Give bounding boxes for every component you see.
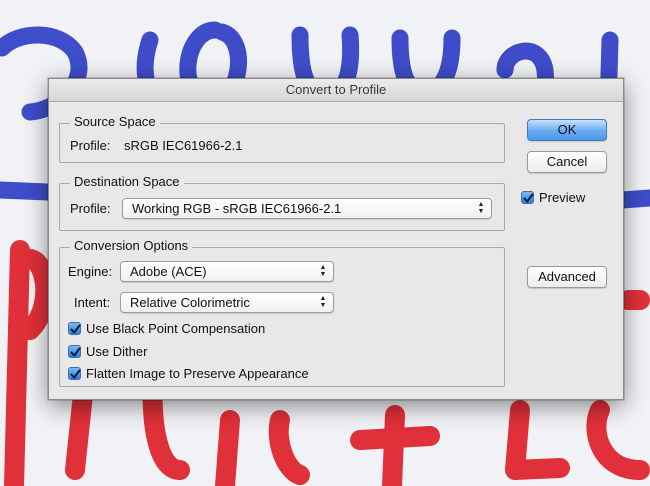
destination-space-title: Destination Space	[70, 174, 184, 189]
destination-profile-label: Profile:	[70, 201, 111, 216]
advanced-button[interactable]: Advanced	[527, 266, 607, 288]
destination-profile-value: Working RGB - sRGB IEC61966-2.1	[132, 201, 342, 216]
source-profile-value: sRGB IEC61966-2.1	[124, 138, 243, 153]
checkmark-icon[interactable]	[521, 191, 534, 204]
checkmark-icon[interactable]	[68, 322, 81, 335]
destination-profile-select[interactable]: Working RGB - sRGB IEC61966-2.1 ▲ ▼	[122, 198, 492, 219]
black-point-compensation-label: Use Black Point Compensation	[86, 321, 266, 336]
chevron-up-down-icon: ▲ ▼	[319, 295, 327, 309]
engine-select[interactable]: Adobe (ACE) ▲ ▼	[120, 261, 334, 282]
engine-value: Adobe (ACE)	[130, 264, 207, 279]
flatten-image-checkbox[interactable]: Flatten Image to Preserve Appearance	[68, 366, 368, 382]
checkmark-icon[interactable]	[68, 345, 81, 358]
flatten-image-label: Flatten Image to Preserve Appearance	[86, 366, 309, 381]
intent-select[interactable]: Relative Colorimetric ▲ ▼	[120, 292, 334, 313]
source-space-group: Source Space Profile: sRGB IEC61966-2.1	[59, 114, 505, 163]
black-point-compensation-checkbox[interactable]: Use Black Point Compensation	[68, 321, 328, 337]
preview-label: Preview	[539, 190, 586, 205]
source-profile-label: Profile:	[70, 138, 111, 153]
dialog-title[interactable]: Convert to Profile	[49, 79, 623, 102]
intent-label: Intent:	[74, 295, 111, 310]
cancel-button[interactable]: Cancel	[527, 151, 607, 173]
intent-value: Relative Colorimetric	[130, 295, 250, 310]
use-dither-label: Use Dither	[86, 344, 148, 359]
conversion-options-title: Conversion Options	[70, 238, 193, 253]
conversion-options-group: Conversion Options Engine: Adobe (ACE) ▲…	[59, 238, 505, 387]
checkmark-icon[interactable]	[68, 367, 81, 380]
source-space-title: Source Space	[70, 114, 160, 129]
preview-checkbox[interactable]: Preview	[521, 190, 611, 206]
ok-button[interactable]: OK	[527, 119, 607, 141]
convert-to-profile-dialog: Convert to Profile Source Space Profile:…	[48, 78, 624, 400]
destination-space-group: Destination Space Profile: Working RGB -…	[59, 174, 505, 231]
chevron-up-down-icon: ▲ ▼	[319, 264, 327, 278]
use-dither-checkbox[interactable]: Use Dither	[68, 344, 188, 360]
engine-label: Engine:	[68, 264, 113, 279]
chevron-up-down-icon: ▲ ▼	[477, 201, 485, 215]
